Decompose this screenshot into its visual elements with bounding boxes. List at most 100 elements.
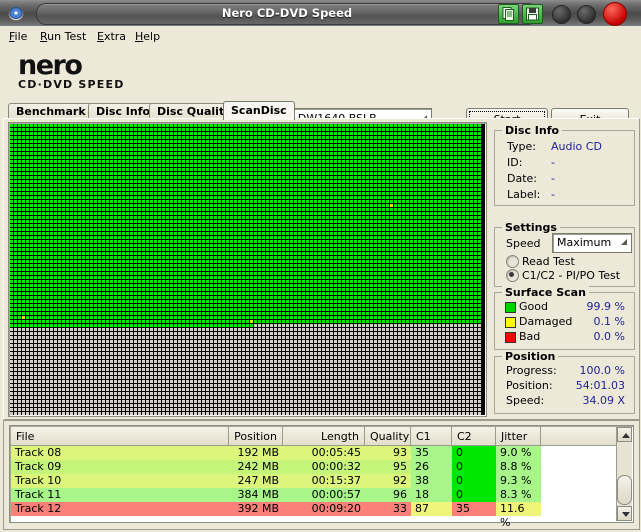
table-row[interactable]: Track 08 192 MB 00:05:45 93 35 0 9.0 % (11, 446, 617, 460)
disc-info-group: Disc Info Type: Audio CD ID: - Date: - L… (494, 124, 635, 206)
table-row[interactable]: Track 10 247 MB 00:15:37 92 38 0 9.3 % (11, 474, 617, 488)
nero-logo: nero (18, 50, 83, 81)
disc-info-title: Disc Info (502, 124, 563, 137)
radio-c1c2-test[interactable] (506, 269, 519, 282)
table-row[interactable]: Track 12 392 MB 00:09:20 33 87 35 11.6 % (11, 502, 617, 529)
radio-selected-dot (509, 272, 514, 277)
menu-help[interactable]: Help (135, 30, 160, 43)
tab-strip: Benchmark Disc Info Disc Quality ScanDis… (8, 101, 633, 120)
disc-id-value: - (551, 156, 555, 169)
cell-quality: 93 (365, 446, 411, 460)
cell-c1: 87 (411, 502, 452, 516)
cell-c1: 35 (411, 446, 452, 460)
column-header-spacer (541, 427, 617, 446)
disc-label-label: Label: (507, 188, 541, 201)
menu-bar: File Run Test Extra Help (0, 26, 641, 49)
cell-jitter: 9.0 % (496, 446, 541, 460)
position-title: Position (502, 350, 559, 363)
cell-c2: 35 (452, 502, 496, 516)
nero-tagline: CD·DVD SPEED (18, 78, 125, 91)
column-header-c1[interactable]: C1 (411, 427, 452, 446)
speed-select-value: Maximum (557, 236, 612, 249)
save-icon[interactable] (522, 4, 543, 24)
speed-readout-value: 34.09 X (582, 394, 625, 407)
minimize-button[interactable] (552, 5, 571, 24)
table-header: File Position Length Quality C1 C2 Jitter (11, 427, 617, 446)
disc-type-label: Type: (507, 140, 536, 153)
surface-scan-group: Surface Scan Good 99.9 % Damaged 0.1 % B… (494, 286, 635, 350)
read-test-label: Read Test (522, 255, 575, 268)
cell-file: Track 09 (11, 460, 229, 474)
close-button[interactable] (603, 2, 627, 26)
header-zone: nero CD·DVD SPEED [1:0] BENQ DVD DD DW16… (0, 48, 641, 132)
copy-icon[interactable] (498, 4, 519, 24)
table-row[interactable]: Track 09 242 MB 00:00:32 95 26 0 8.8 % (11, 460, 617, 474)
cell-c2: 0 (452, 446, 496, 460)
scan-row (10, 412, 485, 415)
column-header-c2[interactable]: C2 (452, 427, 496, 446)
scroll-up-arrow[interactable] (617, 427, 632, 442)
legend-good-swatch (505, 302, 516, 313)
column-header-quality[interactable]: Quality (365, 427, 411, 446)
disc-label-value: - (551, 188, 555, 201)
cell-length: 00:00:32 (283, 460, 365, 474)
menu-run-test[interactable]: Run Test (40, 30, 86, 43)
progress-label: Progress: (506, 364, 557, 377)
table-row[interactable]: Track 11 384 MB 00:00:57 96 18 0 8.3 % (11, 488, 617, 502)
title-bar: Nero CD-DVD Speed (0, 0, 641, 27)
cell-c2: 0 (452, 460, 496, 474)
disc-date-label: Date: (507, 172, 537, 185)
cell-position: 192 MB (229, 446, 283, 460)
column-header-file[interactable]: File (11, 427, 229, 446)
speed-select[interactable]: Maximum (552, 233, 632, 253)
window-title: Nero CD-DVD Speed (221, 6, 353, 20)
vertical-scrollbar[interactable] (616, 427, 632, 521)
column-header-jitter[interactable]: Jitter (496, 427, 541, 446)
cell-length: 00:00:57 (283, 488, 365, 502)
cell-length: 00:05:45 (283, 446, 365, 460)
legend-bad-label: Bad (519, 330, 541, 343)
cell-c2: 0 (452, 488, 496, 502)
maximize-button[interactable] (577, 5, 596, 24)
speed-label: Speed (506, 237, 541, 250)
legend-good-label: Good (519, 300, 548, 313)
cell-jitter: 11.6 % (496, 502, 541, 529)
disc-type-value: Audio CD (551, 140, 602, 153)
surface-scan-graph[interactable] (8, 122, 487, 417)
column-header-length[interactable]: Length (283, 427, 365, 446)
scrollbar-thumb[interactable] (617, 475, 632, 505)
title-bar-caption[interactable]: Nero CD-DVD Speed (36, 3, 538, 25)
cell-jitter: 8.8 % (496, 460, 541, 474)
column-header-position[interactable]: Position (229, 427, 283, 446)
table-body: Track 08 192 MB 00:05:45 93 35 0 9.0 % Track 09… (11, 446, 617, 529)
menu-extra[interactable]: Extra (97, 30, 126, 43)
legend-damaged-value: 0.1 % (593, 315, 625, 328)
cell-c1: 18 (411, 488, 452, 502)
scroll-down-arrow[interactable] (617, 506, 632, 521)
menu-file[interactable]: File (9, 30, 27, 43)
disc-date-value: - (551, 172, 555, 185)
cell-position: 392 MB (229, 502, 283, 516)
position-group: Position Progress: 100.0 % Position: 54:… (494, 350, 635, 414)
cell-c1: 26 (411, 460, 452, 474)
disc-id-label: ID: (507, 156, 523, 169)
cell-c2: 0 (452, 474, 496, 488)
cell-file: Track 12 (11, 502, 229, 516)
cell-quality: 92 (365, 474, 411, 488)
cell-position: 247 MB (229, 474, 283, 488)
cell-file: Track 08 (11, 446, 229, 460)
progress-value: 100.0 % (579, 364, 625, 377)
cell-quality: 96 (365, 488, 411, 502)
tab-scandisc[interactable]: ScanDisc (223, 101, 295, 120)
cell-length: 00:09:20 (283, 502, 365, 516)
legend-bad-value: 0.0 % (593, 330, 625, 343)
app-icon (8, 7, 24, 21)
cell-length: 00:15:37 (283, 474, 365, 488)
results-table: File Position Length Quality C1 C2 Jitter Trac… (9, 425, 634, 529)
radio-read-test[interactable] (506, 255, 519, 268)
legend-damaged-swatch (505, 317, 516, 328)
c1c2-test-label: C1/C2 - PI/PO Test (522, 269, 621, 282)
cell-c1: 38 (411, 474, 452, 488)
scan-grid (10, 124, 485, 415)
cell-position: 384 MB (229, 488, 283, 502)
